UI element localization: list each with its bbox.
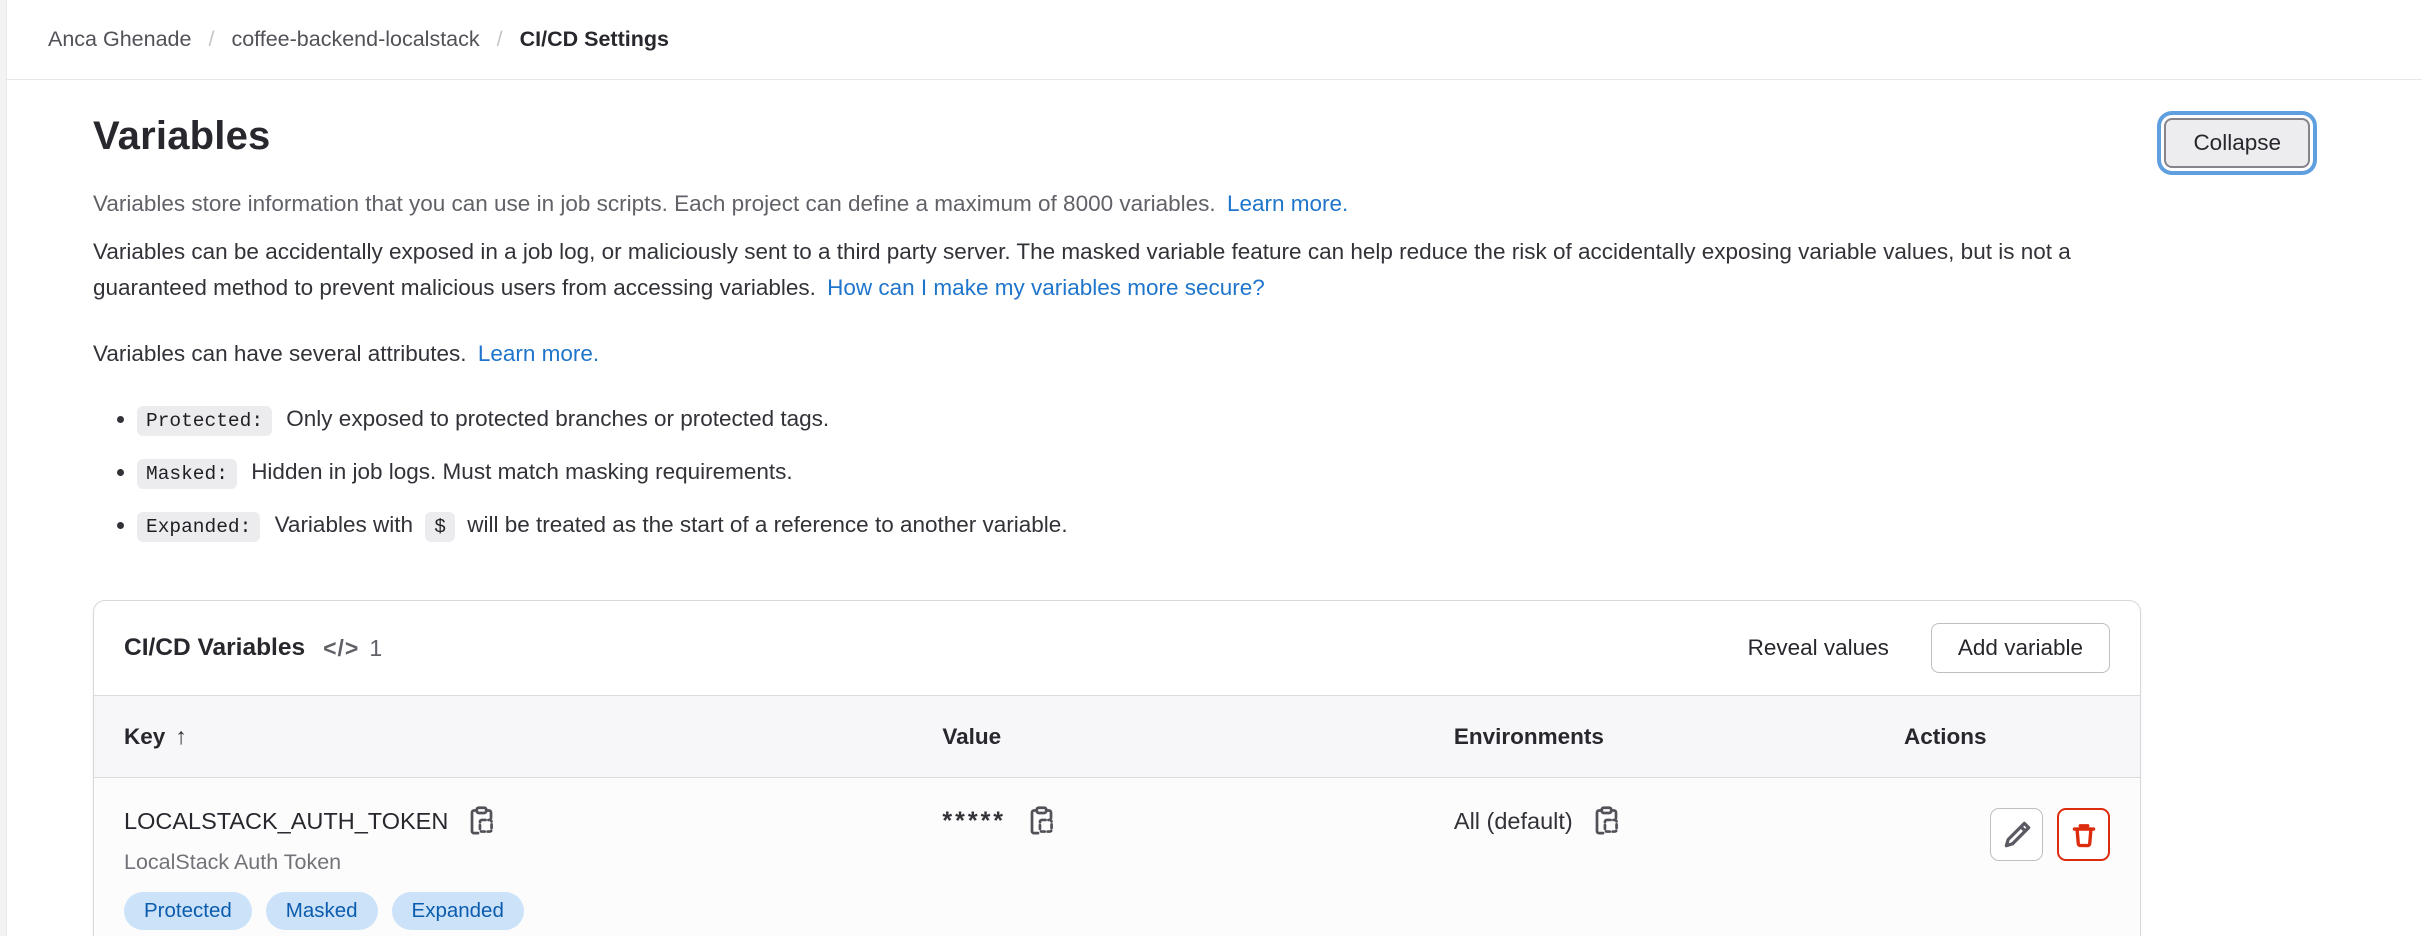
attribute-list: Protected: Only exposed to protected bra… xyxy=(93,400,2322,546)
column-header-key[interactable]: Key ↑ xyxy=(94,696,912,778)
column-header-value: Value xyxy=(912,696,1424,778)
masked-description: Hidden in job logs. Must match masking r… xyxy=(251,459,793,484)
edit-variable-button[interactable] xyxy=(1990,808,2043,861)
breadcrumb-separator: / xyxy=(208,27,214,52)
page-title: Variables xyxy=(93,114,270,159)
breadcrumb-namespace[interactable]: Anca Ghenade xyxy=(48,27,191,52)
code-icon: </> xyxy=(323,635,359,662)
clipboard-copy-icon xyxy=(1026,806,1057,837)
variable-key: LOCALSTACK_AUTH_TOKEN xyxy=(124,808,448,835)
protected-description: Only exposed to protected branches or pr… xyxy=(286,406,829,431)
masked-value: ***** xyxy=(942,807,1006,836)
table-row: LOCALSTACK_AUTH_TOKEN LocalStack Au xyxy=(94,778,2140,936)
breadcrumb-bar: Anca Ghenade / coffee-backend-localstack… xyxy=(0,0,2422,80)
clipboard-copy-icon xyxy=(466,806,497,837)
learn-more-link[interactable]: Learn more. xyxy=(478,341,599,366)
table-header-row: Key ↑ Value Environments Actions xyxy=(94,696,2140,778)
list-item-protected: Protected: Only exposed to protected bra… xyxy=(137,400,2322,440)
variable-description: LocalStack Auth Token xyxy=(124,850,882,875)
dollar-code-label: $ xyxy=(425,512,455,542)
expanded-description-start: Variables with xyxy=(275,512,413,537)
column-header-actions: Actions xyxy=(1874,696,2140,778)
sort-ascending-icon: ↑ xyxy=(175,723,187,749)
copy-environments-button[interactable] xyxy=(1591,806,1622,837)
variables-table: Key ↑ Value Environments Actions LOCALSTA… xyxy=(94,695,2140,936)
copy-key-button[interactable] xyxy=(466,806,497,837)
breadcrumb-project[interactable]: coffee-backend-localstack xyxy=(231,27,479,52)
masked-badge: Masked xyxy=(266,892,378,930)
clipboard-copy-icon xyxy=(1591,806,1622,837)
variable-count: 1 xyxy=(369,635,382,662)
add-variable-button[interactable]: Add variable xyxy=(1931,623,2110,673)
expanded-code-label: Expanded: xyxy=(137,512,260,542)
breadcrumb-current-page: CI/CD Settings xyxy=(520,27,669,52)
reveal-values-button[interactable]: Reveal values xyxy=(1748,635,1889,661)
key-header-label: Key xyxy=(124,724,165,749)
breadcrumb-separator: / xyxy=(497,27,503,52)
protected-code-label: Protected: xyxy=(137,406,272,436)
delete-variable-button[interactable] xyxy=(2057,808,2110,861)
trash-icon xyxy=(2069,820,2099,850)
column-header-environments: Environments xyxy=(1424,696,1874,778)
environments-scope: All (default) xyxy=(1454,808,1573,835)
protected-badge: Protected xyxy=(124,892,252,930)
breadcrumb: Anca Ghenade / coffee-backend-localstack… xyxy=(48,27,669,52)
masked-warning-text: Variables can be accidentally exposed in… xyxy=(93,234,2148,306)
attributes-intro: Variables can have several attributes. xyxy=(93,341,467,366)
copy-value-button[interactable] xyxy=(1026,806,1057,837)
attributes-text: Variables can have several attributes. L… xyxy=(93,336,2322,372)
pencil-icon xyxy=(2002,820,2032,850)
card-title: CI/CD Variables xyxy=(124,634,305,662)
intro-text: Variables store information that you can… xyxy=(93,191,1216,216)
expanded-badge: Expanded xyxy=(392,892,524,930)
collapse-button[interactable]: Collapse xyxy=(2164,118,2310,168)
variables-intro-text: Variables store information that you can… xyxy=(93,186,2322,222)
list-item-expanded: Expanded: Variables with $ will be treat… xyxy=(137,506,2322,546)
expanded-description-end: will be treated as the start of a refere… xyxy=(467,512,1067,537)
secure-variables-link[interactable]: How can I make my variables more secure? xyxy=(827,275,1265,300)
ci-cd-variables-card: CI/CD Variables </> 1 Reveal values Add … xyxy=(93,600,2141,936)
list-item-masked: Masked: Hidden in job logs. Must match m… xyxy=(137,453,2322,493)
settings-content: Variables Collapse Variables store infor… xyxy=(0,80,2422,936)
learn-more-link[interactable]: Learn more. xyxy=(1227,191,1348,216)
masked-code-label: Masked: xyxy=(137,459,237,489)
attribute-badges: Protected Masked Expanded xyxy=(124,892,882,930)
window-left-edge xyxy=(0,0,7,936)
